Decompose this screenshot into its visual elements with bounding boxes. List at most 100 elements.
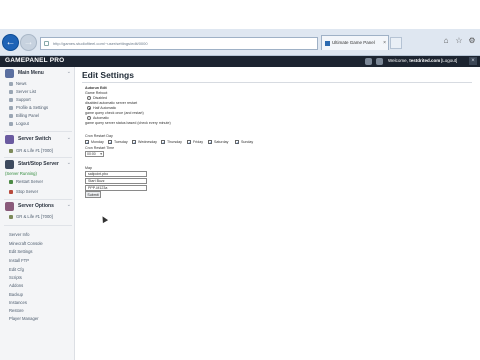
chevron-down-icon: ⌄: [66, 160, 71, 166]
cron-time-select[interactable]: 00:00: [85, 151, 104, 157]
sidebar-link[interactable]: Server Info: [9, 232, 29, 237]
sidebar-link[interactable]: Player Manager: [9, 316, 39, 321]
sidebar-item-support[interactable]: Support: [9, 97, 31, 102]
power-icon: [5, 160, 14, 169]
game-reboot-label: Game Reboot: [85, 91, 108, 95]
radio-automatic-desc: game query server status based (check ev…: [85, 121, 171, 125]
cron-restart-day-label: Cron Restart Day: [85, 134, 113, 138]
restart-server-link[interactable]: Restart Server: [9, 179, 43, 184]
sidebar-item-server-options[interactable]: GR & Life #1 [7000]: [9, 214, 53, 219]
chevron-down-icon: ⌄: [66, 69, 71, 75]
switch-icon: [5, 135, 14, 144]
chat-icon[interactable]: [365, 58, 372, 65]
sidebar-link[interactable]: Edit Cfg: [9, 267, 24, 272]
sidebar-item-logout[interactable]: Logout: [9, 121, 29, 126]
sidebar-section-title: Server Options: [18, 203, 54, 209]
map-label: Map: [85, 166, 92, 170]
day-checkbox-monday[interactable]: ✓: [85, 140, 89, 145]
day-checkbox-wednesday[interactable]: ✓: [132, 140, 136, 145]
home-icon[interactable]: ⌂: [441, 36, 451, 46]
radio-half-automatic-label: Half Automatic: [93, 106, 117, 110]
stop-server-link[interactable]: Stop Server: [9, 189, 38, 194]
day-checkbox-saturday[interactable]: ✓: [208, 140, 212, 145]
day-checkbox-tuesday[interactable]: ✓: [108, 140, 112, 145]
sidebar-item-news[interactable]: News: [9, 81, 26, 86]
sidebar-section-title: Start/Stop Server: [18, 161, 59, 167]
sidebar-divider: [4, 131, 72, 132]
sidebar-item-server-list[interactable]: Server List: [9, 89, 36, 94]
lock-icon: [44, 41, 49, 46]
sidebar-link[interactable]: Scripts: [9, 275, 22, 280]
server-status: (Server Running): [5, 171, 37, 176]
app-header: GAMEPANEL PRO Welcome, testdrited.com [L…: [0, 56, 480, 67]
logout-link[interactable]: [Logout]: [441, 58, 457, 63]
section-title: Autorun Edit: [85, 86, 107, 90]
sidebar-link[interactable]: Install FTP: [9, 258, 29, 263]
sidebar-link[interactable]: Minecraft Console: [9, 241, 43, 246]
gear-icon[interactable]: ⚙: [467, 36, 477, 46]
tab-close-icon[interactable]: ×: [383, 36, 386, 50]
sidebar-link[interactable]: Restore: [9, 308, 24, 313]
day-label-tuesday: Tuesday: [114, 140, 128, 144]
password-input[interactable]: Start Buzz: [85, 178, 147, 184]
tab-title: Ultimate Game Panel: [332, 40, 375, 45]
address-text: http://games.studiofiteel.com/~user/sett…: [53, 41, 148, 46]
sidebar-section-server-options[interactable]: Server Options ⌄: [5, 202, 73, 212]
welcome-prefix: Welcome,: [388, 58, 408, 63]
cron-restart-time-label: Cron Restart Time: [85, 146, 115, 150]
sidebar-divider: [4, 225, 72, 226]
map-input[interactable]: sailpoint.pbo: [85, 171, 147, 177]
sidebar-section-server-switch[interactable]: Server Switch ⌄: [5, 135, 73, 145]
radio-disabled-label: Disabled: [93, 96, 107, 100]
radio-automatic-label: Automatic: [93, 116, 109, 120]
day-label-thursday: Thursday: [167, 140, 182, 144]
submit-button[interactable]: Submit: [85, 191, 101, 198]
menu-icon: [5, 69, 14, 78]
day-checkbox-friday[interactable]: ✓: [187, 140, 191, 145]
day-label-wednesday: Wednesday: [138, 140, 157, 144]
tab-favicon-icon: [325, 41, 330, 46]
sidebar-divider: [4, 199, 72, 200]
close-icon[interactable]: ×: [469, 57, 477, 65]
chevron-down-icon: ⌄: [66, 135, 71, 141]
day-label-saturday: Saturday: [214, 140, 229, 144]
back-arrow-icon[interactable]: ←: [2, 34, 19, 51]
sidebar-link[interactable]: Edit Settings: [9, 249, 33, 254]
radio-automatic[interactable]: [87, 116, 91, 120]
sidebar-section-start-stop[interactable]: Start/Stop Server ⌄: [5, 160, 73, 170]
sidebar-section-title: Server Switch: [18, 136, 52, 142]
sidebar: Main Menu ⌄ News Server List Support Pro…: [0, 67, 75, 360]
browser-tab[interactable]: Ultimate Game Panel ×: [321, 35, 389, 50]
sidebar-section-main-menu[interactable]: Main Menu ⌄: [5, 69, 73, 79]
page-title: Edit Settings: [82, 70, 134, 80]
star-icon[interactable]: ☆: [454, 36, 464, 46]
sidebar-item-profile[interactable]: Profile & Settings: [9, 105, 48, 110]
sidebar-item-billing[interactable]: Billing Panel: [9, 113, 39, 118]
title-divider: [82, 82, 472, 83]
day-label-monday: Monday: [91, 140, 104, 144]
mail-icon[interactable]: [376, 58, 383, 65]
options-icon: [5, 202, 14, 211]
sidebar-divider: [4, 157, 72, 158]
mouse-cursor-icon: [99, 214, 109, 224]
welcome-text: Welcome, testdrited.com: [388, 58, 440, 63]
chevron-down-icon: ⌄: [66, 202, 71, 208]
day-label-friday: Friday: [193, 140, 203, 144]
sidebar-item-server-switch[interactable]: GR & Life #1 [7000]: [9, 148, 53, 153]
sidebar-section-title: Main Menu: [18, 70, 44, 76]
radio-disabled-desc: disabled automatic server restart: [85, 101, 138, 105]
day-label-sunday: Sunday: [241, 140, 254, 144]
sidebar-link[interactable]: Instances: [9, 300, 27, 305]
radio-half-automatic-desc: game query check once (and restart): [85, 111, 144, 115]
sidebar-link[interactable]: Backup: [9, 292, 23, 297]
day-checkbox-thursday[interactable]: ✓: [161, 140, 165, 145]
new-tab-button[interactable]: [390, 37, 402, 49]
browser-toolbar: ← → http://games.studiofiteel.com/~user/…: [0, 29, 480, 56]
radio-half-automatic[interactable]: [87, 106, 91, 110]
sidebar-link[interactable]: Addons: [9, 283, 23, 288]
address-bar[interactable]: http://games.studiofiteel.com/~user/sett…: [40, 37, 318, 50]
day-checkbox-sunday[interactable]: ✓: [235, 140, 239, 145]
app-logo[interactable]: GAMEPANEL PRO: [5, 57, 64, 64]
forward-arrow-icon[interactable]: →: [20, 34, 37, 51]
radio-disabled[interactable]: [87, 96, 91, 100]
